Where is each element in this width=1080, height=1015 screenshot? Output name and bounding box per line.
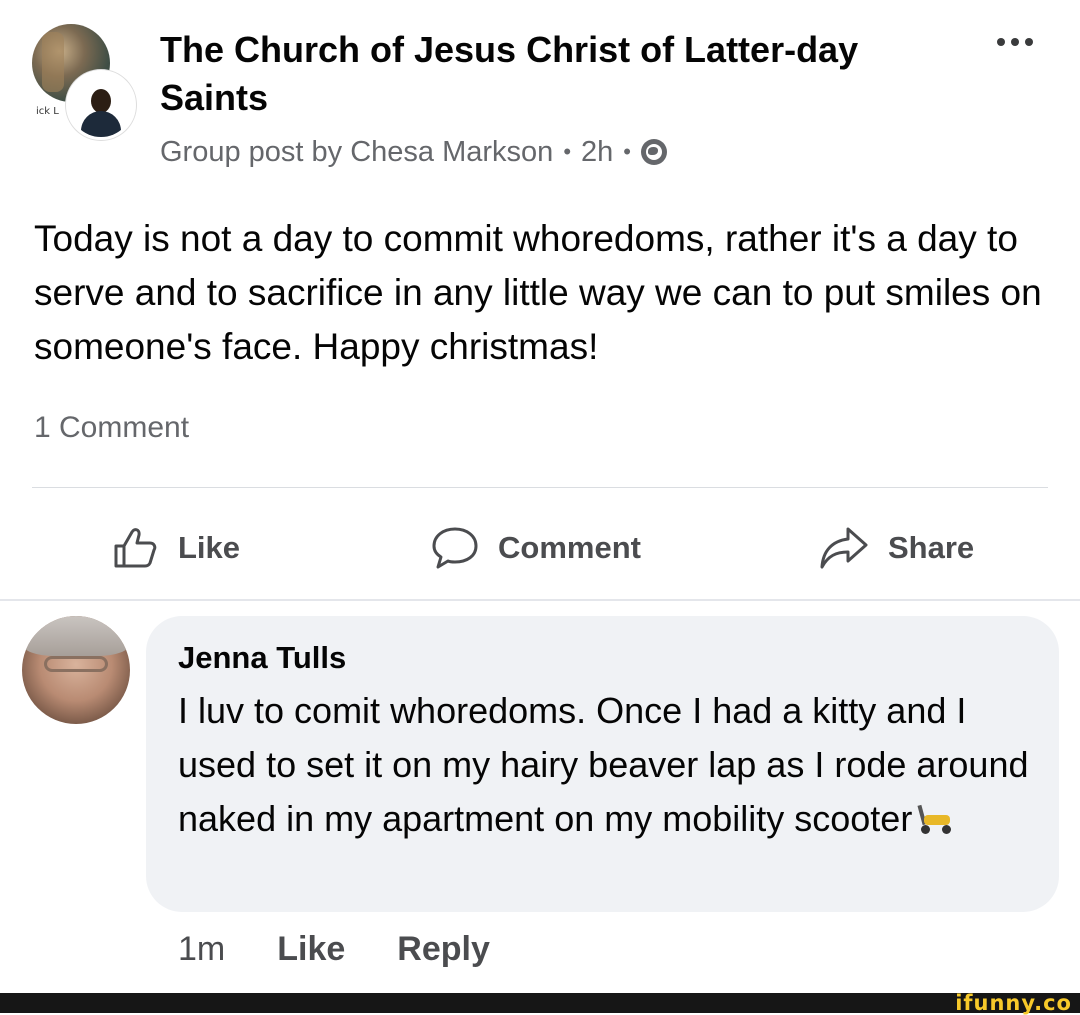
commenter-avatar[interactable] xyxy=(22,616,130,724)
comment-reply-button[interactable]: Reply xyxy=(397,930,490,969)
comment-time[interactable]: 1m xyxy=(178,930,225,969)
share-label: Share xyxy=(888,530,975,565)
comment-label: Comment xyxy=(498,530,641,565)
post-time[interactable]: 2h xyxy=(581,136,613,169)
poster-avatar[interactable] xyxy=(66,70,136,140)
comment-like-button[interactable]: Like xyxy=(277,930,345,969)
watermark-logo: ifunny.co xyxy=(955,991,1072,1015)
comment-count[interactable]: 1 Comment xyxy=(34,408,189,448)
divider xyxy=(32,487,1048,488)
action-bar: Like Comment Share xyxy=(0,518,1080,578)
comment-author[interactable]: Jenna Tulls xyxy=(178,636,346,680)
comment-button[interactable]: Comment xyxy=(430,518,641,578)
more-dot-icon xyxy=(1025,38,1033,46)
post-meta: Group post by Chesa Markson • 2h • xyxy=(160,132,667,172)
share-button[interactable]: Share xyxy=(818,518,974,578)
more-options-button[interactable] xyxy=(985,30,1045,54)
comment-text: I luv to comit whoredoms. Once I had a k… xyxy=(178,684,1038,846)
like-button[interactable]: Like xyxy=(112,518,240,578)
like-label: Like xyxy=(178,530,241,565)
avatar-glasses xyxy=(44,656,108,672)
author-line[interactable]: Group post by Chesa Markson xyxy=(160,136,553,169)
comment-actions: 1m Like Reply xyxy=(178,926,490,972)
poster-body xyxy=(81,111,121,137)
share-arrow-icon xyxy=(820,527,868,569)
footer-bar: ifunny.co xyxy=(0,991,1080,1015)
scooter-icon xyxy=(917,804,952,835)
more-dot-icon xyxy=(997,38,1005,46)
meta-separator: • xyxy=(623,139,631,164)
poster-face xyxy=(91,89,111,113)
divider xyxy=(0,599,1080,601)
group-avatar[interactable]: ick L xyxy=(32,24,136,140)
post-text: Today is not a day to commit whoredoms, … xyxy=(34,218,1042,367)
group-name[interactable]: The Church of Jesus Christ of Latter-day… xyxy=(160,26,940,122)
avatar-tag: ick L xyxy=(36,106,59,117)
globe-icon xyxy=(640,139,667,165)
avatar-hair xyxy=(22,616,130,656)
comment-body: I luv to comit whoredoms. Once I had a k… xyxy=(178,690,1029,839)
meta-separator: • xyxy=(563,139,572,164)
thumbs-up-icon xyxy=(114,528,157,568)
more-dot-icon xyxy=(1011,38,1019,46)
speech-bubble-icon xyxy=(432,527,478,569)
